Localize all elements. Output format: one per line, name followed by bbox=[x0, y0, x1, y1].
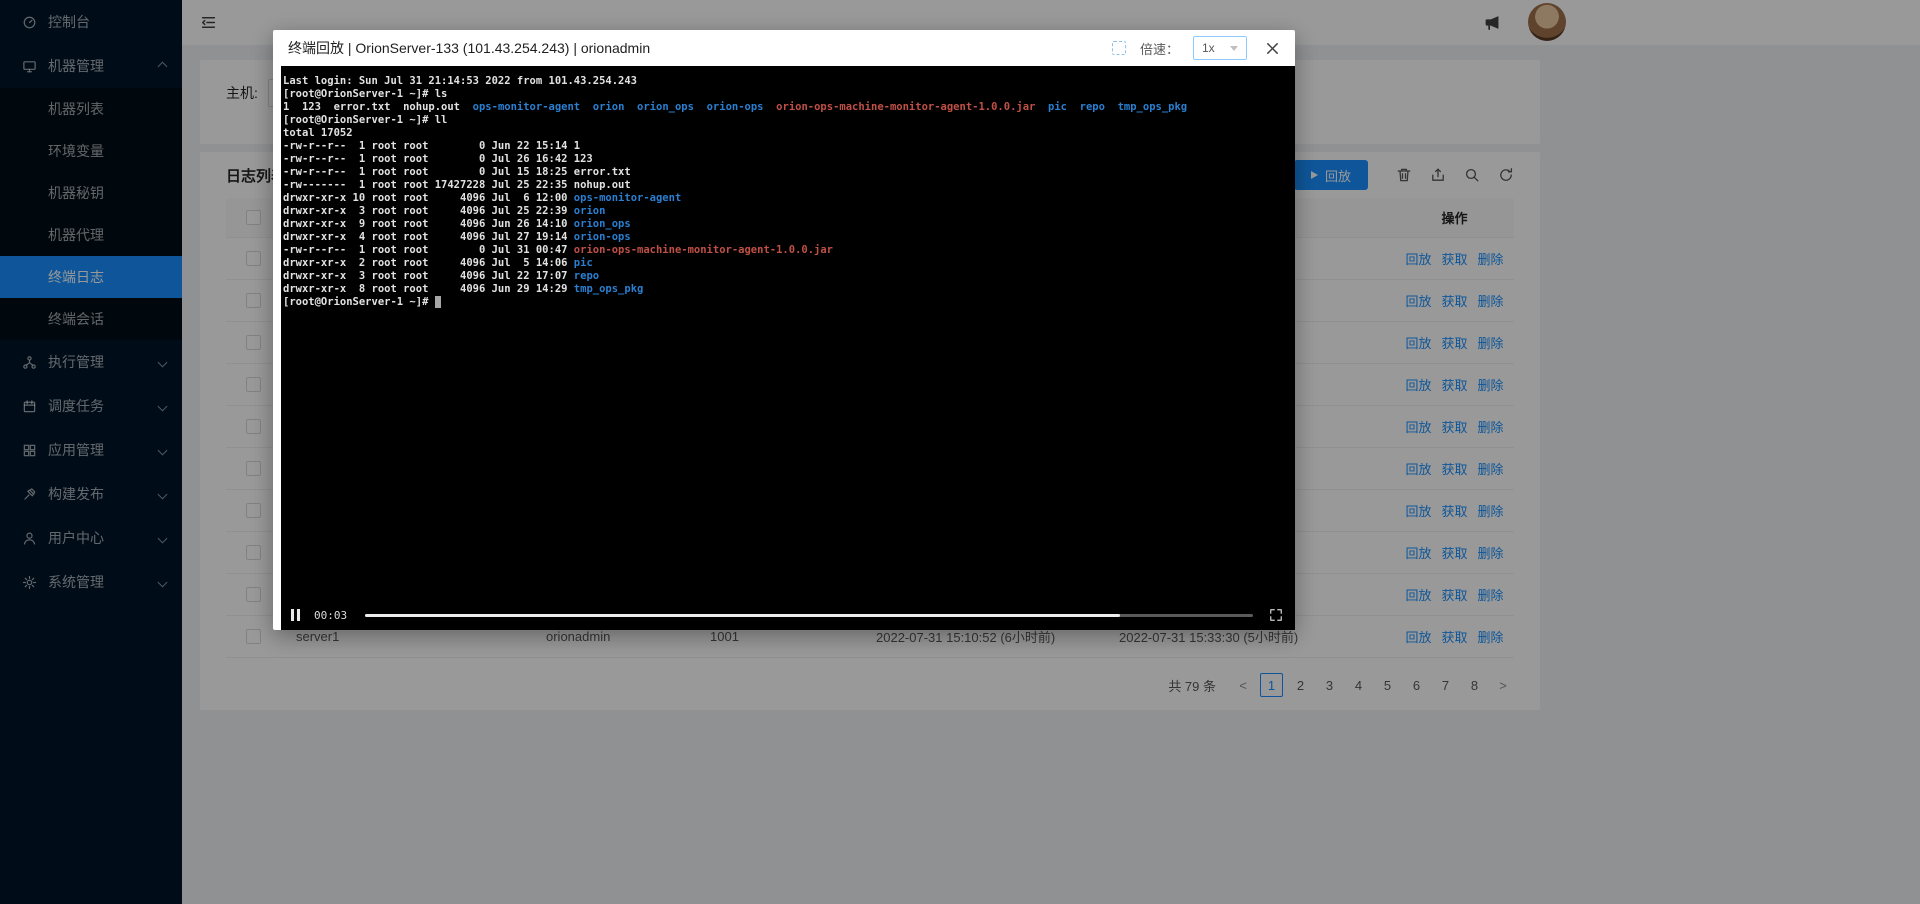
terminal-text bbox=[764, 101, 777, 113]
player-progress-played bbox=[365, 614, 1120, 617]
terminal-text: orion bbox=[593, 101, 625, 113]
terminal-text: pic bbox=[1048, 101, 1067, 113]
fullscreen-button[interactable] bbox=[1269, 608, 1283, 622]
terminal-text: -rw-r--r-- 1 root root 0 Jul 15 18:25 er… bbox=[283, 166, 631, 178]
terminal-text: tmp_ops_pkg bbox=[1118, 101, 1188, 113]
terminal-text: drwxr-xr-x 2 root root 4096 Jul 5 14:06 bbox=[283, 257, 574, 269]
terminal-text: orion-ops-machine-monitor-agent-1.0.0.ja… bbox=[776, 101, 1035, 113]
modal-title: 终端回放 | OrionServer-133 (101.43.254.243) … bbox=[288, 38, 650, 58]
terminal-text: orion_ops bbox=[637, 101, 694, 113]
terminal-text: ops-monitor-agent bbox=[574, 192, 681, 204]
terminal-text bbox=[694, 101, 707, 113]
terminal-replay-modal: 终端回放 | OrionServer-133 (101.43.254.243) … bbox=[273, 30, 1295, 630]
speed-select[interactable]: 1x bbox=[1193, 36, 1247, 60]
chevron-down-icon bbox=[1230, 46, 1238, 51]
terminal-output: Last login: Sun Jul 31 21:14:53 2022 fro… bbox=[281, 66, 1295, 309]
terminal-text: drwxr-xr-x 10 root root 4096 Jul 6 12:00 bbox=[283, 192, 574, 204]
pause-button[interactable] bbox=[287, 605, 304, 625]
player-progress-bar[interactable] bbox=[365, 614, 1253, 617]
terminal-text bbox=[1035, 101, 1048, 113]
speed-value: 1x bbox=[1202, 41, 1215, 55]
player-time: 00:03 bbox=[314, 609, 347, 622]
modal-header: 终端回放 | OrionServer-133 (101.43.254.243) … bbox=[273, 30, 1295, 66]
terminal-text bbox=[1105, 101, 1118, 113]
terminal-text: drwxr-xr-x 3 root root 4096 Jul 22 17:07 bbox=[283, 270, 574, 282]
terminal-text bbox=[1067, 101, 1080, 113]
terminal-text: orion-ops bbox=[707, 101, 764, 113]
terminal-text bbox=[624, 101, 637, 113]
terminal-text: 1 123 error.txt nohup.out bbox=[283, 101, 473, 113]
terminal-text: orion-ops-machine-monitor-agent-1.0.0.ja… bbox=[574, 244, 833, 256]
terminal-text: Last login: Sun Jul 31 21:14:53 2022 fro… bbox=[283, 75, 637, 87]
terminal-text bbox=[580, 101, 593, 113]
terminal-text: total 17052 bbox=[283, 127, 353, 139]
close-icon[interactable] bbox=[1265, 41, 1280, 56]
terminal-text: ops-monitor-agent bbox=[473, 101, 580, 113]
speed-label: 倍速： bbox=[1140, 39, 1179, 58]
terminal-text: orion-ops bbox=[574, 231, 631, 243]
dashed-box-icon[interactable] bbox=[1112, 41, 1126, 55]
terminal-text: -rw-r--r-- 1 root root 0 Jul 31 00:47 bbox=[283, 244, 574, 256]
terminal-text: repo bbox=[574, 270, 599, 282]
terminal-text: drwxr-xr-x 9 root root 4096 Jun 26 14:10 bbox=[283, 218, 574, 230]
terminal-text: -rw-r--r-- 1 root root 0 Jun 22 15:14 1 bbox=[283, 140, 580, 152]
modal-controls: 倍速： 1x bbox=[1112, 36, 1280, 60]
terminal-text: [root@OrionServer-1 ~]# ls bbox=[283, 88, 447, 100]
terminal-text: -rw-r--r-- 1 root root 0 Jul 26 16:42 12… bbox=[283, 153, 593, 165]
player-controls: 00:03 bbox=[281, 600, 1295, 630]
terminal-text: [root@OrionServer-1 ~]# ll bbox=[283, 114, 447, 126]
terminal-text: repo bbox=[1080, 101, 1105, 113]
terminal-text: orion_ops bbox=[574, 218, 631, 230]
terminal-cursor bbox=[435, 296, 441, 308]
terminal-text: drwxr-xr-x 4 root root 4096 Jul 27 19:14 bbox=[283, 231, 574, 243]
terminal-text: drwxr-xr-x 3 root root 4096 Jul 25 22:39 bbox=[283, 205, 574, 217]
terminal-text: tmp_ops_pkg bbox=[574, 283, 644, 295]
terminal-screen: Last login: Sun Jul 31 21:14:53 2022 fro… bbox=[281, 66, 1295, 630]
terminal-text: orion bbox=[574, 205, 606, 217]
terminal-text: [root@OrionServer-1 ~]# bbox=[283, 296, 435, 308]
terminal-text: drwxr-xr-x 8 root root 4096 Jun 29 14:29 bbox=[283, 283, 574, 295]
terminal-text: pic bbox=[574, 257, 593, 269]
terminal-text: -rw------- 1 root root 17427228 Jul 25 2… bbox=[283, 179, 631, 191]
